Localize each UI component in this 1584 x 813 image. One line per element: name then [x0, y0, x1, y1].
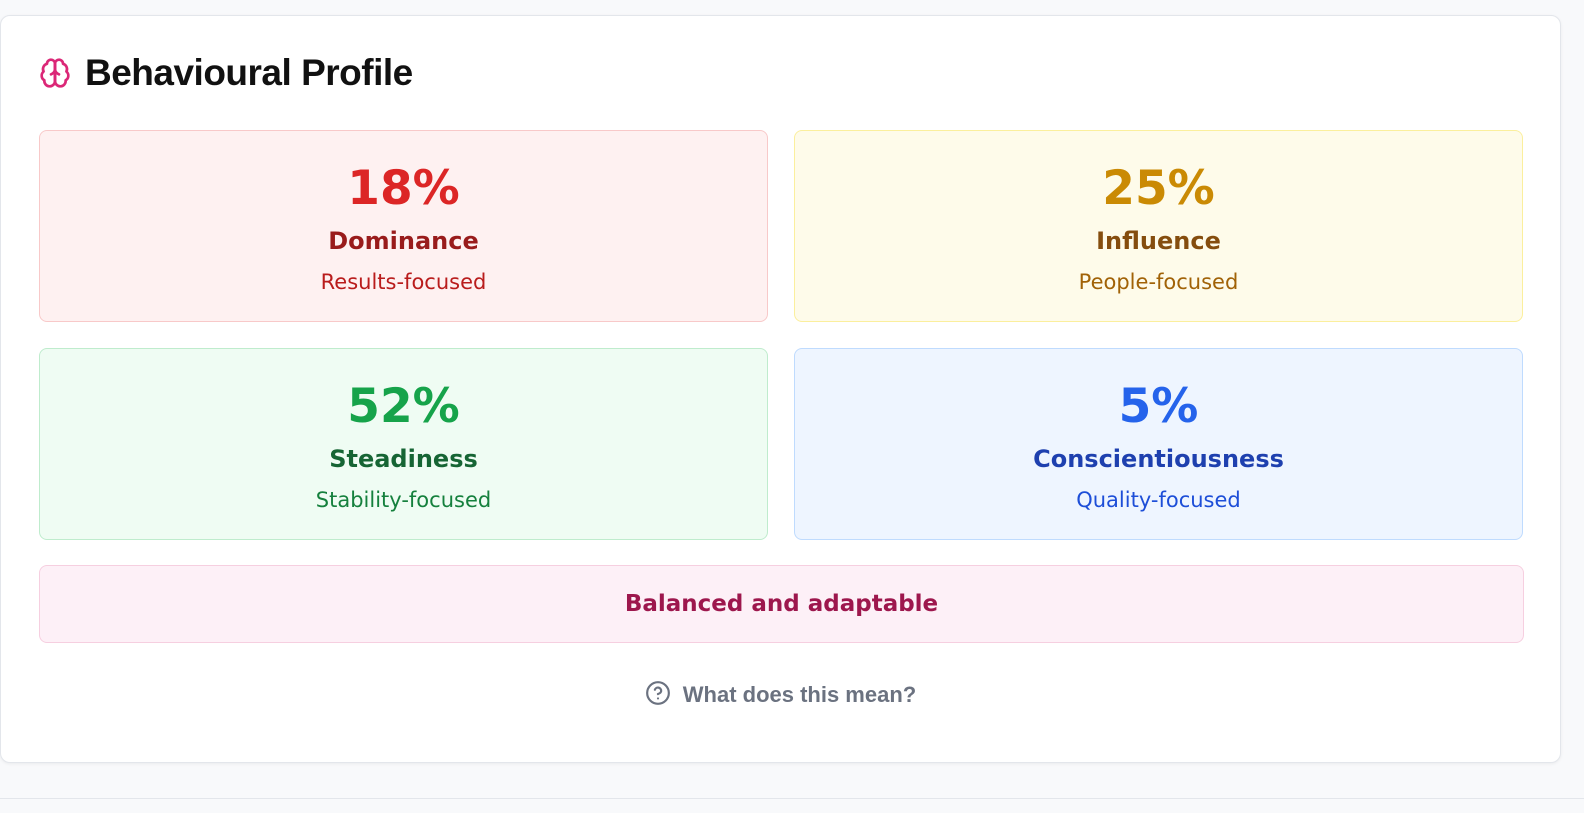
page-title: Behavioural Profile — [85, 52, 413, 93]
trait-percent: 5% — [1118, 379, 1199, 434]
trait-focus: Stability-focused — [315, 488, 492, 512]
help-label: What does this mean? — [682, 682, 917, 707]
next-section-edge — [0, 798, 1584, 813]
trait-name: Steadiness — [329, 445, 478, 473]
trait-card-influence: 25% Influence People-focused — [794, 130, 1523, 322]
trait-card-steadiness: 52% Steadiness Stability-focused — [39, 348, 768, 540]
trait-focus: Results-focused — [320, 270, 487, 294]
trait-card-dominance: 18% Dominance Results-focused — [39, 130, 768, 322]
question-circle-icon — [645, 680, 671, 710]
trait-percent: 18% — [347, 161, 460, 216]
trait-name: Conscientiousness — [1033, 445, 1284, 473]
trait-percent: 25% — [1102, 161, 1215, 216]
brain-icon — [39, 57, 71, 89]
trait-focus: Quality-focused — [1076, 488, 1241, 512]
card-header: Behavioural Profile — [39, 52, 413, 94]
trait-percent: 52% — [347, 379, 460, 434]
trait-card-conscientiousness: 5% Conscientiousness Quality-focused — [794, 348, 1523, 540]
behavioural-profile-card: Behavioural Profile 18% Dominance Result… — [0, 15, 1561, 763]
trait-name: Dominance — [328, 227, 479, 255]
trait-focus: People-focused — [1078, 270, 1239, 294]
profile-summary-banner: Balanced and adaptable — [39, 565, 1524, 643]
profile-summary-text: Balanced and adaptable — [624, 591, 939, 617]
what-does-this-mean-button[interactable]: What does this mean? — [1, 680, 1560, 710]
trait-name: Influence — [1096, 227, 1221, 255]
